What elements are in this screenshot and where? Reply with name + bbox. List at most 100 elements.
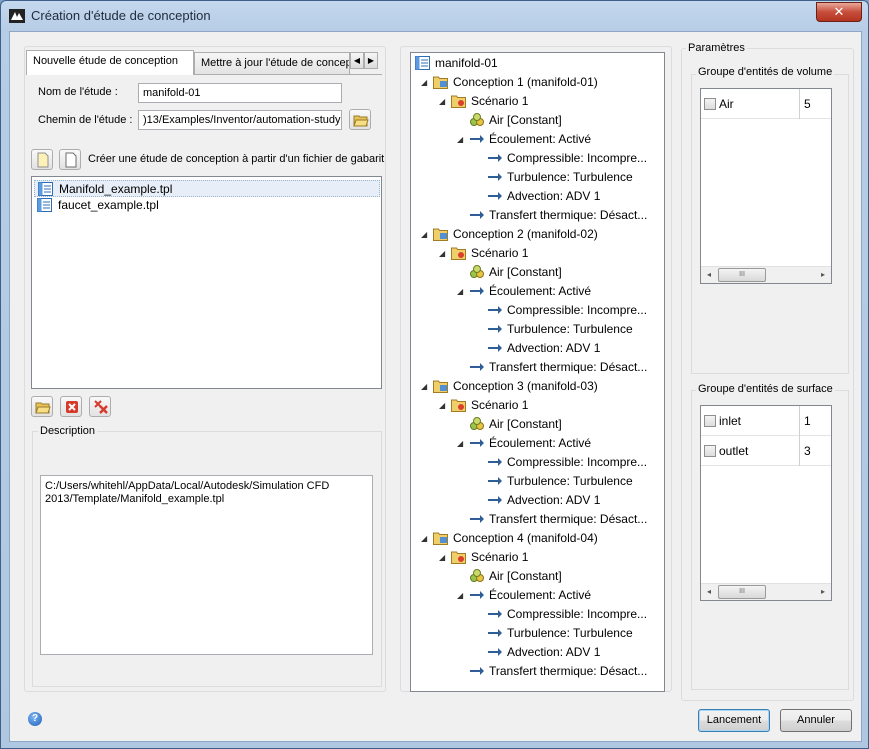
study-name-input[interactable]: manifold-01 [138, 83, 342, 103]
tree-node[interactable]: Compressible: Incompre... [411, 301, 664, 320]
tree-node[interactable]: ◢ Scénario 1 [411, 244, 664, 263]
tree-node[interactable]: Compressible: Incompre... [411, 149, 664, 168]
volume-group-title: Groupe d'entités de volume [696, 66, 835, 78]
surface-group-title: Groupe d'entités de surface [696, 383, 835, 395]
browse-path-button[interactable] [349, 109, 371, 130]
tree-node[interactable]: Advection: ADV 1 [411, 491, 664, 510]
tree-node[interactable]: Transfert thermique: Désact... [411, 358, 664, 377]
clear-templates-button[interactable] [89, 396, 111, 417]
scroll-thumb[interactable]: III [718, 585, 766, 599]
study-path-input[interactable]: )13/Examples/Inventor/automation-study [138, 110, 342, 130]
tree-node-label: Turbulence: Turbulence [507, 474, 633, 488]
collapse-triangle-icon[interactable]: ◢ [421, 225, 431, 244]
tree-node-label: Transfert thermique: Désact... [489, 360, 648, 374]
scroll-left-arrow[interactable]: ◂ [701, 584, 717, 600]
description-box[interactable]: C:/Users/whitehl/AppData/Local/Autodesk/… [40, 475, 373, 655]
tree-node-label: Advection: ADV 1 [507, 189, 601, 203]
tree-node[interactable]: Advection: ADV 1 [411, 643, 664, 662]
column-separator [799, 436, 800, 466]
tab-strip: Nouvelle étude de conception Mettre à jo… [26, 50, 382, 75]
dialog-window: Création d'étude de conception ✕ Nouvell… [0, 0, 869, 749]
tree-node[interactable]: Compressible: Incompre... [411, 605, 664, 624]
tree-node-label: Advection: ADV 1 [507, 341, 601, 355]
horizontal-scrollbar[interactable]: ◂ III ▸ [701, 266, 831, 283]
volume-checkbox[interactable] [704, 98, 716, 110]
scroll-thumb[interactable]: III [718, 268, 766, 282]
surface-grid: inlet 1 outlet 3 ◂ III ▸ [700, 405, 832, 601]
tree-node[interactable]: Advection: ADV 1 [411, 339, 664, 358]
tree-node[interactable]: Air [Constant] [411, 263, 664, 282]
scroll-left-arrow[interactable]: ◂ [701, 267, 717, 283]
tree-node[interactable]: ◢ Conception 3 (manifold-03) [411, 377, 664, 396]
remove-template-button[interactable] [60, 396, 82, 417]
tree-node[interactable]: Transfert thermique: Désact... [411, 510, 664, 529]
parameters-title: Paramètres [686, 42, 747, 54]
design-study-tree: manifold-01 ◢ Conception 1 (manifold-01) ◢ S… [410, 52, 665, 692]
tree-node[interactable]: Transfert thermique: Désact... [411, 662, 664, 681]
tree-node[interactable]: ◢ Conception 4 (manifold-04) [411, 529, 664, 548]
tree-node[interactable]: Turbulence: Turbulence [411, 472, 664, 491]
new-file-button[interactable] [31, 149, 53, 170]
collapse-triangle-icon[interactable]: ◢ [439, 92, 449, 111]
tree-node-label: Scénario 1 [471, 94, 529, 108]
tree-node-label: Écoulement: Activé [489, 132, 592, 146]
collapse-triangle-icon[interactable]: ◢ [457, 586, 467, 605]
scroll-right-arrow[interactable]: ▸ [815, 584, 831, 600]
tab-scroll-right[interactable]: ▶ [364, 52, 378, 69]
open-template-button[interactable] [31, 396, 53, 417]
collapse-triangle-icon[interactable]: ◢ [439, 244, 449, 263]
tree-node[interactable]: Turbulence: Turbulence [411, 320, 664, 339]
tree-node[interactable]: ◢ Écoulement: Activé [411, 434, 664, 453]
tree-node[interactable]: ◢ Scénario 1 [411, 92, 664, 111]
launch-button[interactable]: Lancement [698, 709, 770, 732]
collapse-triangle-icon[interactable]: ◢ [421, 529, 431, 548]
description-line: 2013/Template/Manifold_example.tpl [45, 493, 225, 505]
surface-checkbox[interactable] [704, 415, 716, 427]
collapse-triangle-icon[interactable]: ◢ [457, 130, 467, 149]
dialog-client: Nouvelle étude de conception Mettre à jo… [9, 31, 862, 742]
tree-node-label: Conception 3 (manifold-03) [453, 379, 598, 393]
table-row: inlet 1 [701, 406, 831, 436]
tab-update-study[interactable]: Mettre à jour l'étude de conception [194, 52, 350, 74]
tree-node[interactable]: ◢ Scénario 1 [411, 548, 664, 567]
list-item[interactable]: Manifold_example.tpl [34, 180, 380, 197]
collapse-triangle-icon[interactable]: ◢ [421, 73, 431, 92]
template-file-icon [37, 198, 52, 212]
tree-node[interactable]: ◢ Écoulement: Activé [411, 282, 664, 301]
collapse-triangle-icon[interactable]: ◢ [421, 377, 431, 396]
collapse-triangle-icon[interactable]: ◢ [457, 282, 467, 301]
scroll-right-arrow[interactable]: ▸ [815, 267, 831, 283]
tree-node[interactable]: ◢ Écoulement: Activé [411, 586, 664, 605]
list-item[interactable]: faucet_example.tpl [34, 197, 380, 214]
tree-node[interactable]: Air [Constant] [411, 111, 664, 130]
cancel-button[interactable]: Annuler [780, 709, 852, 732]
window-title: Création d'étude de conception [31, 8, 211, 23]
surface-checkbox[interactable] [704, 445, 716, 457]
tree-node-label: Compressible: Incompre... [507, 455, 648, 469]
close-button[interactable]: ✕ [816, 2, 862, 22]
tree-node[interactable]: Compressible: Incompre... [411, 453, 664, 472]
tree-node[interactable]: Advection: ADV 1 [411, 187, 664, 206]
entity-name: inlet [719, 414, 742, 428]
tree-node[interactable]: ◢ Conception 2 (manifold-02) [411, 225, 664, 244]
tree-node[interactable]: ◢ Conception 1 (manifold-01) [411, 73, 664, 92]
tree-node[interactable]: Air [Constant] [411, 567, 664, 586]
tab-scroll-left[interactable]: ◀ [350, 52, 364, 69]
entity-count: 1 [804, 414, 811, 428]
tab-new-study[interactable]: Nouvelle étude de conception [26, 50, 194, 75]
tree-node-label: Scénario 1 [471, 550, 529, 564]
blank-file-button[interactable] [59, 149, 81, 170]
tree-node[interactable]: Turbulence: Turbulence [411, 168, 664, 187]
collapse-triangle-icon[interactable]: ◢ [439, 548, 449, 567]
tree-node[interactable]: ◢ Écoulement: Activé [411, 130, 664, 149]
tree-node[interactable]: ◢ Scénario 1 [411, 396, 664, 415]
collapse-triangle-icon[interactable]: ◢ [457, 434, 467, 453]
tree-node-label: Écoulement: Activé [489, 436, 592, 450]
tree-node[interactable]: Turbulence: Turbulence [411, 624, 664, 643]
help-icon[interactable]: ? [28, 712, 42, 726]
horizontal-scrollbar[interactable]: ◂ III ▸ [701, 583, 831, 600]
tree-root[interactable]: manifold-01 [411, 54, 664, 73]
tree-node[interactable]: Air [Constant] [411, 415, 664, 434]
tree-node[interactable]: Transfert thermique: Désact... [411, 206, 664, 225]
collapse-triangle-icon[interactable]: ◢ [439, 396, 449, 415]
